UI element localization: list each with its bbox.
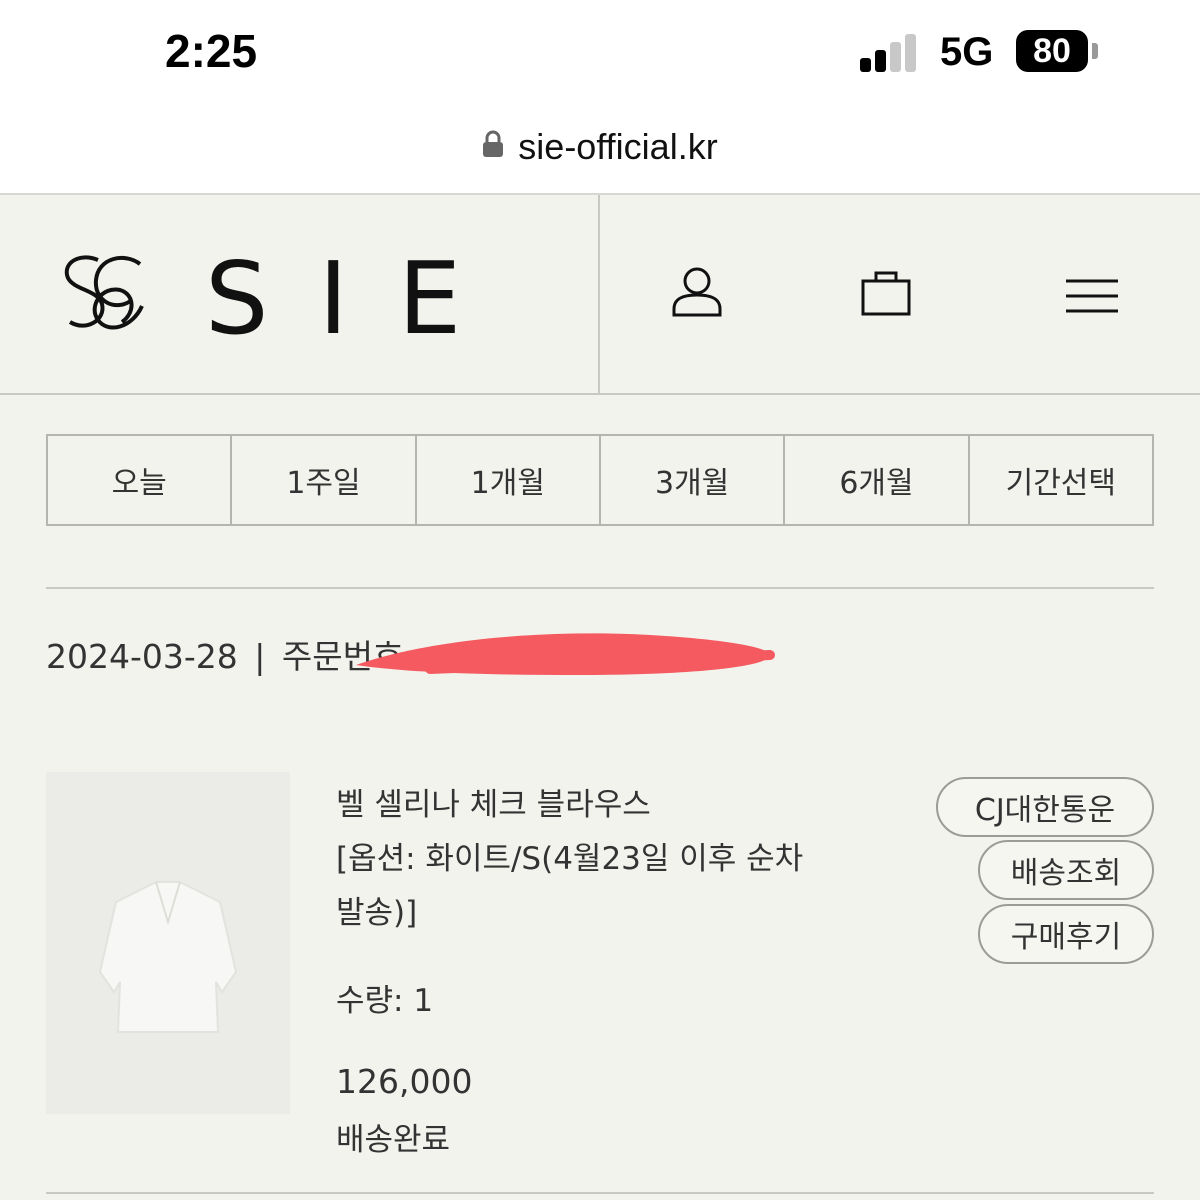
address-bar[interactable]: sie-official.kr (0, 126, 1200, 168)
tab-1-week[interactable]: 1주일 (232, 436, 417, 524)
product-option-line1: [옵션: 화이트/S(4월23일 이후 순차 (336, 841, 804, 877)
redaction-scribble (350, 625, 780, 689)
user-icon[interactable] (670, 265, 724, 321)
tab-3-months[interactable]: 3개월 (601, 436, 786, 524)
site-header (0, 195, 1200, 395)
network-label: 5G (940, 30, 994, 74)
courier-button[interactable]: CJ대한통운 (936, 777, 1154, 837)
review-button[interactable]: 구매후기 (978, 904, 1154, 964)
period-filter-tabs: 오늘 1주일 1개월 3개월 6개월 기간선택 (46, 434, 1154, 526)
tab-select-period[interactable]: 기간선택 (970, 436, 1152, 524)
order-date: 2024-03-28 (46, 637, 238, 676)
browser-top-bar: 2:25 5G 80 sie-official.kr (0, 0, 1200, 195)
product-option-line2: 발송)] (336, 895, 418, 931)
menu-icon[interactable] (1066, 278, 1118, 318)
tab-today[interactable]: 오늘 (48, 436, 233, 524)
header-divider (598, 195, 600, 393)
logo-monogram-icon[interactable] (58, 250, 148, 340)
product-quantity: 수량: 1 (336, 983, 434, 1019)
battery-cap (1092, 43, 1098, 59)
order-separator: | (254, 637, 266, 676)
url-text: sie-official.kr (518, 126, 718, 167)
signal-icon (860, 34, 922, 72)
divider-bottom (46, 1192, 1154, 1194)
product-name[interactable]: 벨 셀리나 체크 블라우스 (336, 778, 896, 832)
tracking-button[interactable]: 배송조회 (978, 840, 1154, 900)
lock-icon (482, 125, 504, 167)
tab-1-month[interactable]: 1개월 (417, 436, 601, 524)
product-price: 126,000 (336, 1062, 473, 1101)
product-info: 벨 셀리나 체크 블라우스 [옵션: 화이트/S(4월23일 이후 순차 발송)… (336, 778, 896, 940)
status-time: 2:25 (165, 25, 258, 77)
delivery-status: 배송완료 (336, 1122, 451, 1158)
shopping-bag-icon[interactable] (860, 265, 912, 321)
tab-6-months[interactable]: 6개월 (785, 436, 970, 524)
battery-icon: 80 (1016, 30, 1088, 72)
product-thumbnail[interactable] (46, 772, 290, 1114)
divider (46, 587, 1154, 589)
logo-text[interactable]: SIE (205, 240, 511, 357)
